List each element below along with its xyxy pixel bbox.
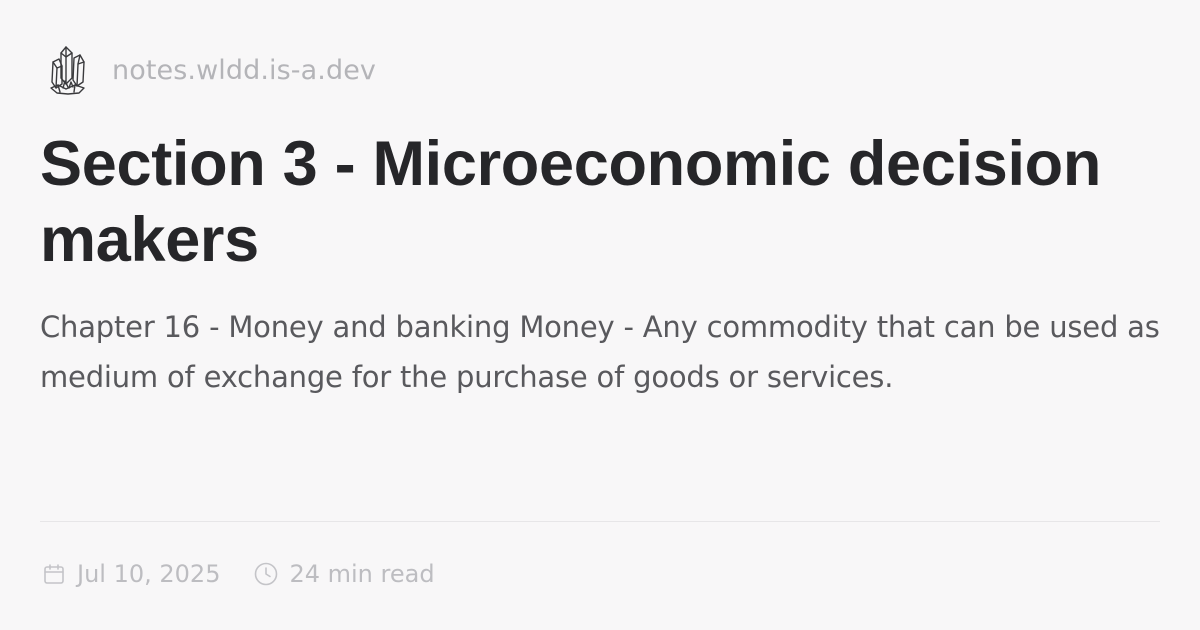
post-title: Section 3 - Microeconomic decision maker… bbox=[40, 129, 1102, 275]
post-read-time: 24 min read bbox=[252, 560, 435, 588]
post-date: Jul 10, 2025 bbox=[40, 560, 220, 588]
divider bbox=[40, 521, 1160, 522]
site-name[interactable]: notes.wldd.is-a.dev bbox=[112, 55, 376, 86]
post-read-time-text: 24 min read bbox=[289, 560, 435, 588]
site-header[interactable]: notes.wldd.is-a.dev bbox=[48, 40, 376, 100]
post-date-text: Jul 10, 2025 bbox=[77, 560, 221, 588]
post-excerpt: Chapter 16 - Money and banking Money - A… bbox=[40, 310, 1160, 394]
clock-icon bbox=[252, 560, 280, 588]
og-card: notes.wldd.is-a.dev Section 3 - Microeco… bbox=[0, 0, 1200, 630]
calendar-icon bbox=[40, 560, 68, 588]
post-meta: Jul 10, 2025 24 min read bbox=[40, 555, 435, 593]
crystal-cluster-icon bbox=[48, 42, 88, 98]
